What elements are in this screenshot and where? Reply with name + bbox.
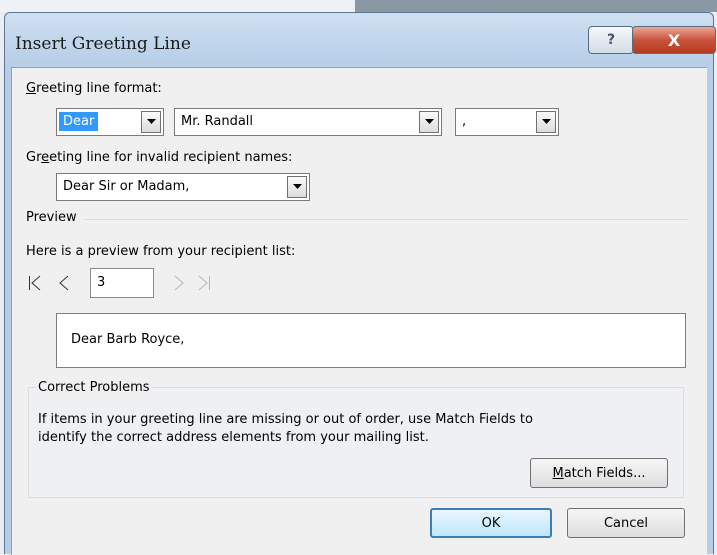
invalid-label-pre: Gr <box>26 150 42 165</box>
cancel-button[interactable]: Cancel <box>567 508 685 538</box>
correct-problems-text-line2: identify the correct address elements fr… <box>38 430 429 445</box>
invalid-names-label: Greeting line for invalid recipient name… <box>26 150 292 165</box>
salutation-value: Dear <box>59 112 99 131</box>
background-bar <box>355 0 717 12</box>
greeting-preview-text: Dear Barb Royce, <box>71 332 185 347</box>
dialog-title: Insert Greeting Line <box>15 34 191 54</box>
preview-section-label: Preview <box>26 210 77 225</box>
chevron-down-icon[interactable] <box>287 176 307 198</box>
previous-record-icon[interactable] <box>58 275 70 295</box>
preview-divider <box>85 219 688 220</box>
correct-problems-text-line1: If items in your greeting line are missi… <box>38 412 533 427</box>
salutation-dropdown[interactable]: Dear <box>56 108 164 136</box>
invalid-names-value: Dear Sir or Madam, <box>63 179 190 194</box>
greeting-format-label: Greeting line format: <box>26 81 162 96</box>
match-fields-label: atch Fields... <box>563 465 646 481</box>
invalid-label-rest: eting line for invalid recipient names: <box>49 150 293 165</box>
greeting-format-label-text: reeting line format: <box>36 81 162 96</box>
next-record-icon[interactable] <box>173 275 185 295</box>
punctuation-dropdown[interactable]: , <box>455 108 559 136</box>
first-record-icon[interactable] <box>28 275 42 295</box>
punctuation-value: , <box>462 114 467 129</box>
close-icon: X <box>667 30 681 50</box>
invalid-names-dropdown[interactable]: Dear Sir or Madam, <box>56 173 310 201</box>
close-button[interactable]: X <box>632 26 716 54</box>
record-number-value: 3 <box>97 275 106 290</box>
greeting-preview-box: Dear Barb Royce, <box>56 313 686 368</box>
match-fields-accel: M <box>552 465 564 481</box>
greeting-format-accel: G <box>26 81 37 96</box>
name-format-dropdown[interactable]: Mr. Randall <box>174 108 442 136</box>
invalid-label-accel: e <box>41 150 50 165</box>
background-strip <box>0 0 717 12</box>
match-fields-button[interactable]: Match Fields... <box>530 458 668 488</box>
record-number-input[interactable]: 3 <box>90 268 154 298</box>
ok-button[interactable]: OK <box>430 508 552 538</box>
name-format-value: Mr. Randall <box>181 114 254 129</box>
chevron-down-icon[interactable] <box>536 111 556 133</box>
chevron-down-icon[interactable] <box>141 111 161 133</box>
chevron-down-icon[interactable] <box>419 111 439 133</box>
correct-problems-title: Correct Problems <box>36 380 152 395</box>
last-record-icon[interactable] <box>197 275 211 295</box>
help-button[interactable]: ? <box>588 26 634 54</box>
preview-intro: Here is a preview from your recipient li… <box>26 244 296 259</box>
help-icon: ? <box>606 32 616 48</box>
